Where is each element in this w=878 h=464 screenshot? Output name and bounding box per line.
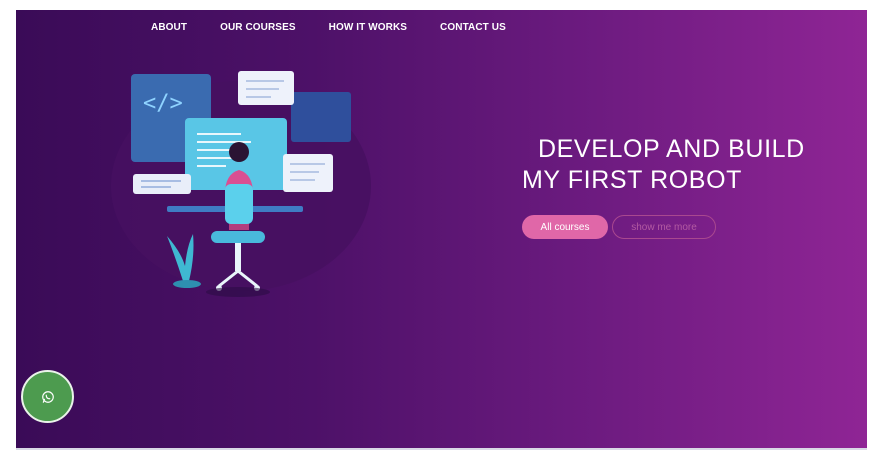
- whatsapp-icon: [41, 390, 54, 403]
- headline-line-2: MY FIRST ROBOT: [522, 166, 742, 194]
- developer-illustration: </>: [111, 71, 371, 297]
- nav-about[interactable]: ABOUT: [151, 22, 187, 33]
- hero-section: ABOUT OUR COURSES HOW IT WORKS CONTACT U…: [16, 10, 867, 448]
- nav-contact-us[interactable]: CONTACT US: [440, 22, 506, 33]
- hero-headline: DEVELOP AND BUILD MY FIRST ROBOT: [522, 134, 805, 196]
- show-me-more-button[interactable]: show me more: [612, 215, 716, 239]
- whatsapp-button[interactable]: [21, 370, 74, 423]
- nav-our-courses[interactable]: OUR COURSES: [220, 22, 296, 33]
- page-divider: [16, 448, 867, 450]
- code-symbol: </>: [143, 91, 183, 116]
- all-courses-button[interactable]: All courses: [522, 215, 608, 239]
- nav-how-it-works[interactable]: HOW IT WORKS: [329, 22, 407, 33]
- headline-line-1: DEVELOP AND BUILD: [538, 135, 805, 163]
- top-nav: ABOUT OUR COURSES HOW IT WORKS CONTACT U…: [151, 22, 506, 33]
